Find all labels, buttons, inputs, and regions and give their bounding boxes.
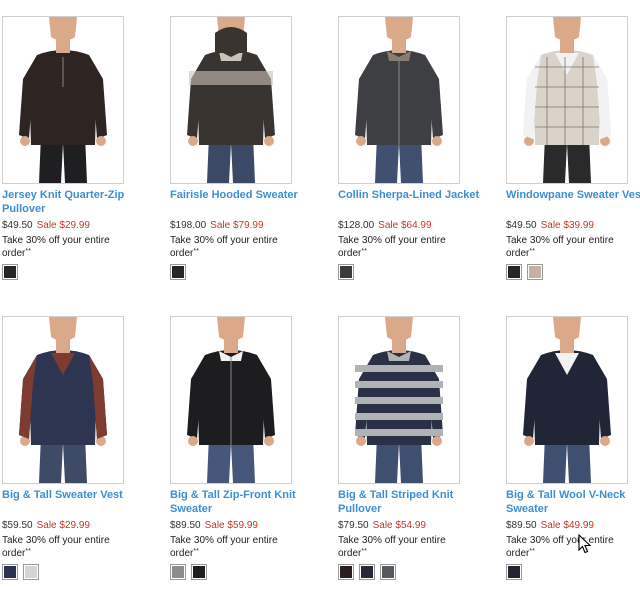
- product-image[interactable]: [338, 16, 460, 184]
- color-swatch[interactable]: [338, 564, 354, 580]
- color-swatches: [170, 564, 207, 580]
- model-figure: [187, 317, 275, 483]
- color-swatches: [506, 564, 522, 580]
- model-figure: [19, 17, 107, 183]
- promo-text: Take 30% off your entire order**: [2, 535, 110, 559]
- product-image[interactable]: [170, 316, 292, 484]
- price-row: $128.00 Sale $64.99: [338, 220, 432, 232]
- color-swatch[interactable]: [359, 564, 375, 580]
- model-figure: [355, 317, 443, 483]
- product-name-link[interactable]: Big & Tall Striped Knit Pullover: [338, 488, 488, 516]
- price-row: $79.50 Sale $54.99: [338, 520, 426, 532]
- color-swatch[interactable]: [170, 264, 186, 280]
- original-price: $79.50: [338, 520, 369, 531]
- product-image[interactable]: [2, 316, 124, 484]
- model-figure: [355, 17, 443, 183]
- sale-price: Sale $29.99: [36, 520, 90, 531]
- model-figure: [523, 17, 611, 183]
- product-image[interactable]: [506, 16, 628, 184]
- product-grid: Jersey Knit Quarter-Zip Pullover $49.50 S…: [0, 0, 640, 589]
- original-price: $49.50: [506, 220, 537, 231]
- original-price: $49.50: [2, 220, 33, 231]
- original-price: $59.50: [2, 520, 33, 531]
- color-swatches: [506, 264, 543, 280]
- promo-text: Take 30% off your entire order**: [338, 235, 446, 259]
- product-image[interactable]: [338, 316, 460, 484]
- product-name-link[interactable]: Big & Tall Sweater Vest: [2, 488, 152, 502]
- original-price: $198.00: [170, 220, 207, 231]
- price-row: $49.50 Sale $29.99: [2, 220, 90, 232]
- promo-text: Take 30% off your entire order**: [506, 235, 614, 259]
- product-image[interactable]: [506, 316, 628, 484]
- color-swatches: [2, 264, 18, 280]
- product-name-link[interactable]: Jersey Knit Quarter-Zip Pullover: [2, 188, 152, 216]
- color-swatch[interactable]: [506, 564, 522, 580]
- product-image[interactable]: [2, 16, 124, 184]
- color-swatches: [2, 564, 39, 580]
- price-row: $89.50 Sale $59.99: [170, 520, 258, 532]
- product-name-link[interactable]: Collin Sherpa-Lined Jacket: [338, 188, 488, 202]
- color-swatch[interactable]: [338, 264, 354, 280]
- product-image[interactable]: [170, 16, 292, 184]
- product-name-link[interactable]: Big & Tall Wool V-Neck Sweater: [506, 488, 640, 516]
- color-swatch[interactable]: [506, 264, 522, 280]
- mouse-pointer-icon: [578, 534, 592, 554]
- original-price: $89.50: [170, 520, 201, 531]
- sale-price: Sale $64.99: [378, 220, 432, 231]
- color-swatch[interactable]: [2, 264, 18, 280]
- sale-price: Sale $54.99: [372, 520, 426, 531]
- price-row: $198.00 Sale $79.99: [170, 220, 264, 232]
- promo-text: Take 30% off your entire order**: [170, 535, 278, 559]
- color-swatch[interactable]: [380, 564, 396, 580]
- promo-text: Take 30% off your entire order**: [338, 535, 446, 559]
- color-swatch[interactable]: [2, 564, 18, 580]
- sale-price: Sale $79.99: [210, 220, 264, 231]
- promo-text: Take 30% off your entire order**: [2, 235, 110, 259]
- color-swatch[interactable]: [527, 264, 543, 280]
- price-row: $49.50 Sale $39.99: [506, 220, 594, 232]
- product-name-link[interactable]: Fairisle Hooded Sweater: [170, 188, 320, 202]
- promo-text: Take 30% off your entire order**: [506, 535, 614, 559]
- color-swatch[interactable]: [23, 564, 39, 580]
- price-row: $89.50 Sale $49.99: [506, 520, 594, 532]
- original-price: $128.00: [338, 220, 375, 231]
- original-price: $89.50: [506, 520, 537, 531]
- model-figure: [19, 317, 107, 483]
- model-figure: [523, 317, 611, 483]
- product-name-link[interactable]: Windowpane Sweater Vest: [506, 188, 640, 202]
- product-name-link[interactable]: Big & Tall Zip-Front Knit Sweater: [170, 488, 320, 516]
- sale-price: Sale $49.99: [540, 520, 594, 531]
- promo-text: Take 30% off your entire order**: [170, 235, 278, 259]
- color-swatches: [338, 564, 396, 580]
- sale-price: Sale $59.99: [204, 520, 258, 531]
- model-figure: [187, 17, 275, 183]
- price-row: $59.50 Sale $29.99: [2, 520, 90, 532]
- color-swatches: [170, 264, 186, 280]
- sale-price: Sale $29.99: [36, 220, 90, 231]
- sale-price: Sale $39.99: [540, 220, 594, 231]
- color-swatch[interactable]: [170, 564, 186, 580]
- color-swatch[interactable]: [191, 564, 207, 580]
- color-swatches: [338, 264, 354, 280]
